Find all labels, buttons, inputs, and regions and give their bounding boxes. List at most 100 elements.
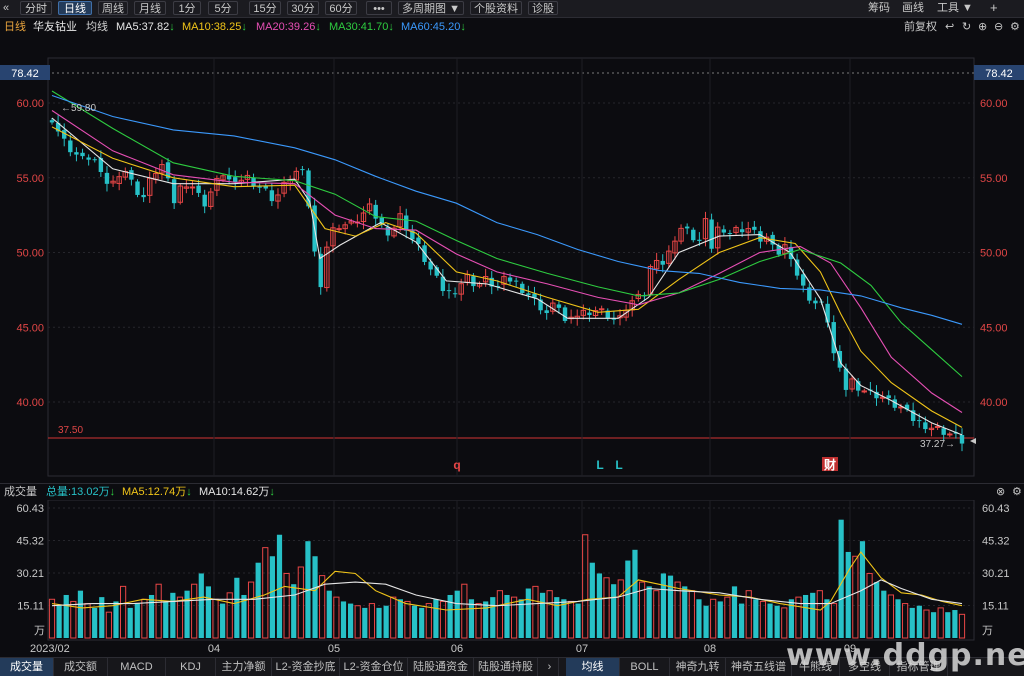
volume-bar	[930, 612, 937, 638]
back-double-chevron-icon[interactable]: «	[3, 1, 9, 15]
candle-body	[189, 186, 196, 189]
event-marker[interactable]: 财	[823, 457, 836, 472]
candle-body	[843, 368, 849, 390]
volume-bar	[368, 603, 376, 639]
settings-gear-icon[interactable]: ⚙	[1012, 484, 1022, 500]
volume-tick-left: 15.11	[17, 600, 44, 612]
candle-body	[68, 140, 73, 153]
stock-diagnosis-button[interactable]: 诊股	[528, 1, 558, 15]
volume-bar	[461, 583, 468, 639]
volume-chart[interactable]: 60.43 60.43 45.32 45.32 30.21 30.21 15.11 15.11…	[0, 500, 1024, 657]
volume-bar	[433, 599, 439, 638]
volume-bar	[376, 607, 382, 638]
ma-type-label[interactable]: 均线	[86, 19, 108, 35]
indicator-tab-0[interactable]: 成交量	[0, 658, 54, 676]
y-tick-label-right: 60.00	[980, 98, 1008, 110]
tab-daily[interactable]: 日线	[58, 1, 92, 15]
add-icon[interactable]: +	[990, 1, 998, 15]
event-marker[interactable]: L	[615, 458, 622, 472]
indicator-tab-4[interactable]: 主力净额	[216, 658, 272, 676]
candle-body	[739, 229, 745, 233]
volume-bar	[362, 607, 368, 638]
indicator-tab-7[interactable]: 陆股通资金	[408, 658, 474, 676]
zoom-in-icon[interactable]: ⊕	[978, 19, 987, 35]
indicator-tab-5[interactable]: L2-资金抄底	[272, 658, 340, 676]
settings-gear-icon[interactable]: ⚙	[1010, 19, 1020, 35]
multi-period-button[interactable]: 多周期图 ▼	[398, 1, 464, 15]
volume-bar	[902, 603, 909, 639]
stock-profile-button[interactable]: 个股资料	[470, 1, 522, 15]
volume-bar	[731, 586, 738, 638]
tab-30min[interactable]: 30分	[287, 1, 319, 15]
candle-body	[233, 177, 238, 183]
volume-bar	[667, 575, 674, 638]
more-periods-button[interactable]: •••	[366, 1, 392, 15]
volume-bar	[347, 603, 354, 638]
volume-bar	[127, 607, 133, 638]
volume-bar	[390, 596, 397, 639]
tab-15min[interactable]: 15分	[249, 1, 281, 15]
overlay-tab-0[interactable]: 均线	[566, 658, 620, 676]
indicator-tab-2[interactable]: MACD	[108, 658, 166, 676]
tab-weekly[interactable]: 周线	[98, 1, 128, 15]
tab-intraday[interactable]: 分时	[20, 1, 52, 15]
indicator-tab-8[interactable]: 陆股通持股	[474, 658, 538, 676]
tab-1min[interactable]: 1分	[173, 1, 201, 15]
volume-bar	[909, 607, 915, 638]
overlay-tab-3[interactable]: 神奇五线谱	[726, 658, 792, 676]
stock-name[interactable]: 华友钴业	[33, 19, 77, 35]
overlay-tab-1[interactable]: BOLL	[620, 658, 670, 676]
volume-bar	[852, 555, 859, 639]
candle-body	[752, 226, 757, 230]
volume-bar	[163, 601, 169, 638]
volume-bar	[653, 590, 660, 639]
tab-5min[interactable]: 5分	[208, 1, 238, 15]
rotate-icon[interactable]: ↻	[962, 19, 971, 35]
candle-body	[941, 428, 946, 435]
price-adjust-button[interactable]: 前复权	[904, 19, 937, 35]
draw-line-button[interactable]: 画线	[902, 1, 924, 15]
volume-title[interactable]: 成交量	[4, 484, 37, 500]
candle-body	[74, 152, 79, 155]
indicator-tab-3[interactable]: KDJ	[166, 658, 216, 676]
candle-body	[556, 304, 562, 308]
chip-distribution-button[interactable]: 筹码	[868, 1, 890, 15]
candle-body	[917, 420, 922, 422]
volume-bar	[354, 605, 361, 639]
candle-body	[934, 425, 941, 428]
zoom-out-icon[interactable]: ⊖	[994, 19, 1003, 35]
volume-tick-right: 30.21	[982, 568, 1010, 580]
overlay-tab-2[interactable]: 神奇九转	[670, 658, 726, 676]
y-tick-label-right: 40.00	[980, 397, 1008, 409]
volume-bar	[404, 600, 411, 639]
tab-60min[interactable]: 60分	[325, 1, 357, 15]
top-price-marker-right: 78.42	[985, 68, 1013, 80]
volume-bar	[532, 585, 539, 639]
undo-icon[interactable]: ↩	[945, 19, 954, 35]
down-arrow-icon: ↓	[241, 21, 247, 33]
indicator-tab-6[interactable]: L2-资金仓位	[340, 658, 408, 676]
candlestick-chart[interactable]: 60.00 60.00 55.00 55.00 50.00 50.00 45.00 45.00…	[0, 36, 1024, 482]
y-tick-label-right: 50.00	[980, 248, 1008, 260]
candle-body	[794, 259, 800, 276]
volume-tick-left: 60.43	[16, 503, 44, 515]
tools-menu-button[interactable]: 工具 ▼	[937, 1, 973, 15]
volume-bar	[155, 583, 162, 639]
indicator-tab-1[interactable]: 成交额	[54, 658, 108, 676]
close-icon[interactable]: ⊗	[996, 484, 1005, 500]
candle-body	[141, 194, 146, 198]
volume-total: 总量:13.02万↓	[46, 486, 116, 498]
tab-scroll-right-icon[interactable]: ›	[541, 658, 559, 676]
date-axis-label: 08	[704, 643, 716, 655]
volume-bar	[419, 607, 425, 638]
volume-bar	[276, 534, 283, 638]
candle-body	[801, 274, 806, 286]
event-marker[interactable]: L	[596, 458, 603, 472]
down-arrow-icon: ↓	[109, 486, 116, 498]
tab-monthly[interactable]: 月线	[134, 1, 166, 15]
ma10-legend: MA10:38.25↓	[182, 21, 247, 33]
ma-legend-bar: 日线 华友钴业 均线 MA5:37.82↓ MA10:38.25↓ MA20:3…	[0, 19, 1024, 35]
event-marker[interactable]: q	[453, 458, 460, 472]
volume-bar	[468, 599, 475, 638]
candle-body	[923, 422, 928, 430]
